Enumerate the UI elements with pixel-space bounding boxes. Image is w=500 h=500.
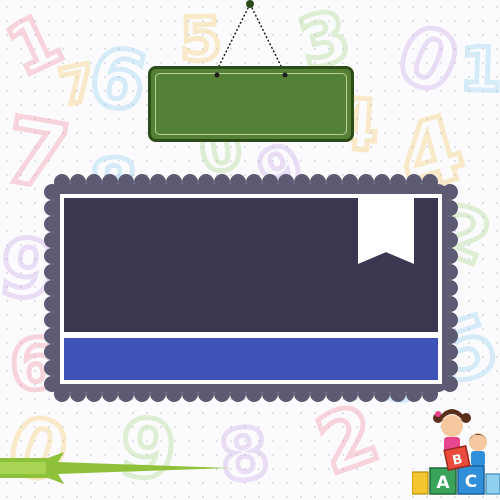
- svg-text:A: A: [436, 473, 450, 493]
- alphabet-block-b: B: [443, 445, 471, 471]
- frame-scallop: [44, 360, 60, 376]
- frame-scallop: [310, 174, 326, 190]
- frame-scallop: [442, 264, 458, 280]
- frame-scallop: [442, 376, 458, 392]
- frame-scallop: [86, 386, 102, 402]
- girl-face: [441, 415, 463, 437]
- kids-with-alphabet-blocks: A C B: [412, 409, 500, 495]
- frame-scallop: [246, 386, 262, 402]
- frame-scallop: [310, 386, 326, 402]
- frame-scallop: [86, 174, 102, 190]
- frame-scallop: [390, 174, 406, 190]
- frame-scallop: [442, 312, 458, 328]
- frame-scallop: [262, 386, 278, 402]
- frame-scallop: [246, 174, 262, 190]
- frame-scallop: [390, 386, 406, 402]
- svg-text:C: C: [465, 472, 477, 492]
- frame-scallop: [70, 386, 86, 402]
- frame-scallop: [358, 386, 374, 402]
- frame-scallop: [44, 184, 60, 200]
- frame-scallop: [442, 360, 458, 376]
- frame-scallop: [442, 344, 458, 360]
- frame-scallop: [442, 280, 458, 296]
- frame-scallop: [198, 386, 214, 402]
- frame-scallop: [44, 312, 60, 328]
- frame-scallop: [118, 174, 134, 190]
- frame-scallop: [442, 216, 458, 232]
- arrow-banner-icon: [0, 452, 230, 484]
- frame-scallop: [230, 386, 246, 402]
- frame-scallop: [150, 174, 166, 190]
- frame-scallop: [442, 296, 458, 312]
- frame-scallop: [44, 200, 60, 216]
- frame-scallop: [134, 386, 150, 402]
- frame-scallop: [230, 174, 246, 190]
- frame-scallop: [278, 386, 294, 402]
- frame-scallop: [44, 280, 60, 296]
- frame-scallop: [406, 386, 422, 402]
- frame-scallop: [422, 386, 438, 402]
- frame-scallop: [214, 174, 230, 190]
- frame-scallop: [44, 216, 60, 232]
- frame-scallop: [374, 386, 390, 402]
- frame-scallop: [198, 174, 214, 190]
- frame-scallop: [44, 328, 60, 344]
- frame-scallop: [442, 232, 458, 248]
- frame-scallop: [294, 386, 310, 402]
- frame-scallop: [102, 386, 118, 402]
- frame-scallop: [442, 328, 458, 344]
- answer-bar[interactable]: [64, 338, 438, 380]
- frame-scallop: [358, 174, 374, 190]
- frame-scallop: [150, 386, 166, 402]
- frame-scallop: [118, 386, 134, 402]
- small-block: [485, 473, 500, 495]
- frame-scallop: [422, 174, 438, 190]
- frame-scallop: [44, 264, 60, 280]
- frame-scallop: [374, 174, 390, 190]
- frame-scallop: [44, 376, 60, 392]
- frame-scallop: [214, 386, 230, 402]
- frame-scallop: [44, 296, 60, 312]
- frame-scallop: [44, 344, 60, 360]
- alphabet-block-c: C: [457, 465, 485, 495]
- frame-scallop: [166, 386, 182, 402]
- frame-scallop: [44, 248, 60, 264]
- frame-scallop: [182, 386, 198, 402]
- frame-scallop: [342, 174, 358, 190]
- frame-scallop: [262, 174, 278, 190]
- frame-scallop: [342, 386, 358, 402]
- frame-scallop: [326, 174, 342, 190]
- frame-scallop: [326, 386, 342, 402]
- frame-scallop: [134, 174, 150, 190]
- frame-scallop: [182, 174, 198, 190]
- frame-scallop: [70, 174, 86, 190]
- small-block: [412, 471, 429, 495]
- frame-scallop: [294, 174, 310, 190]
- frame-scallop: [406, 174, 422, 190]
- alphabet-block-a: A: [429, 467, 457, 495]
- boy-face: [469, 433, 487, 451]
- frame-scallop: [102, 174, 118, 190]
- frame-scallop: [442, 200, 458, 216]
- frame-scallop: [44, 232, 60, 248]
- frame-scallop: [442, 248, 458, 264]
- frame-scallop: [166, 174, 182, 190]
- frame-scallop: [278, 174, 294, 190]
- frame-scallop: [442, 184, 458, 200]
